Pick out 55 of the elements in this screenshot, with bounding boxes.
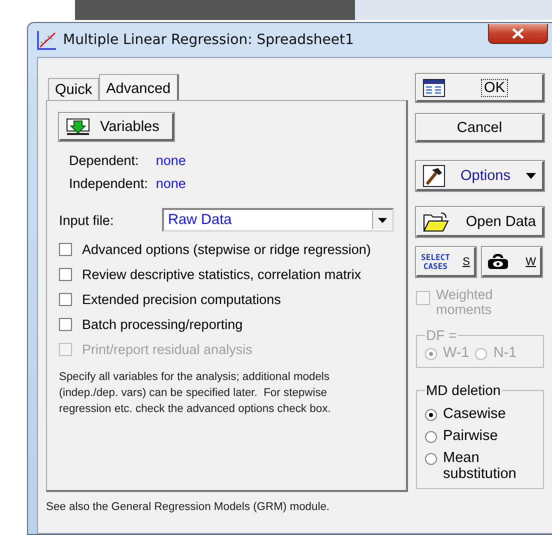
hammer-icon bbox=[423, 164, 445, 186]
select-cases-icon: SELECT CASES bbox=[421, 252, 450, 270]
checkbox[interactable] bbox=[59, 268, 72, 281]
folder-icon bbox=[423, 212, 449, 232]
checkbox-label: Weighted moments bbox=[436, 287, 494, 317]
variables-button[interactable]: Variables bbox=[59, 113, 174, 141]
tab[interactable]: Advanced bbox=[99, 74, 179, 100]
spreadsheet-icon bbox=[423, 78, 445, 96]
field-value: none bbox=[156, 176, 186, 191]
radio-label: N-1 bbox=[493, 345, 517, 361]
radio-label: Mean substitution bbox=[443, 450, 518, 482]
regression-icon bbox=[37, 30, 57, 50]
radio-button[interactable] bbox=[425, 409, 437, 421]
button-label: Open Data bbox=[466, 214, 536, 230]
field-label: Independent: bbox=[69, 176, 148, 191]
tab[interactable]: Quick bbox=[48, 78, 100, 100]
checkbox-label: Extended precision computations bbox=[82, 292, 281, 307]
checkbox-label: Review descriptive statistics, correlation matrix bbox=[82, 267, 362, 282]
group-title: DF = bbox=[425, 327, 458, 343]
field-label: Input file: bbox=[59, 212, 115, 228]
caret-icon bbox=[378, 218, 387, 222]
select-cases-button[interactable]: SELECT CASES S bbox=[416, 247, 476, 277]
field-label: Dependent: bbox=[69, 153, 140, 168]
footer-note: See also the General Regression Models (GRM) module. bbox=[46, 501, 331, 513]
group-title: MD deletion bbox=[425, 382, 502, 398]
ok-button[interactable]: OK bbox=[416, 74, 544, 102]
button-label: OK bbox=[481, 78, 508, 96]
options-button[interactable]: Options bbox=[416, 161, 544, 191]
radio-label: Pairwise bbox=[443, 428, 498, 444]
download-arrow-icon bbox=[66, 118, 90, 136]
weight-icon bbox=[487, 254, 509, 270]
checkbox-label: Batch processing/reporting bbox=[82, 317, 243, 332]
checkbox[interactable] bbox=[59, 243, 72, 256]
weight-button[interactable]: W bbox=[482, 247, 542, 277]
radio-button[interactable] bbox=[425, 453, 437, 465]
radio-label: Casewise bbox=[443, 406, 506, 422]
caret-icon bbox=[526, 172, 536, 178]
button-label: W bbox=[526, 256, 536, 268]
window-title: Multiple Linear Regression: Spreadsheet1 bbox=[63, 32, 354, 48]
close-button[interactable] bbox=[488, 24, 548, 44]
button-label: S bbox=[462, 256, 470, 268]
open-data-button[interactable]: Open Data bbox=[416, 207, 544, 237]
button-label: Variables bbox=[100, 118, 160, 134]
radio-button[interactable] bbox=[425, 431, 437, 443]
cancel-button[interactable]: Cancel bbox=[416, 114, 544, 142]
checkbox[interactable] bbox=[59, 318, 72, 331]
checkbox[interactable] bbox=[59, 293, 72, 306]
field-value: none bbox=[156, 153, 186, 168]
radio-label: W-1 bbox=[443, 345, 470, 361]
checkbox-label: Advanced options (stepwise or ridge regression) bbox=[82, 242, 371, 257]
hint-text: Specify all variables for the analysis; additional models (indep./dep. vars) can be specified later. For stepwise regression etc. check the advanced options check box. bbox=[59, 370, 332, 417]
button-label: Options bbox=[460, 168, 510, 184]
close-icon bbox=[512, 28, 524, 39]
checkbox-label: Print/report residual analysis bbox=[82, 342, 252, 357]
input-file-dropdown[interactable]: Raw Data bbox=[162, 208, 394, 232]
